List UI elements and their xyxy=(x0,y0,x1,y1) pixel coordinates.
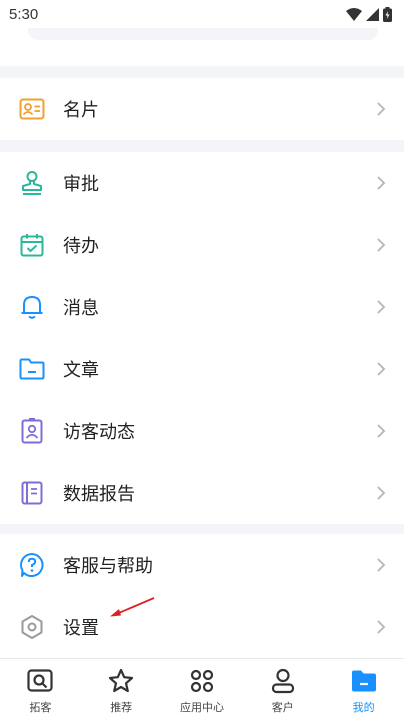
menu-item-label: 文章 xyxy=(63,360,99,381)
chevron-right-icon xyxy=(377,300,386,314)
nav-label: 应用中心 xyxy=(179,701,224,714)
chevron-right-icon xyxy=(377,102,386,116)
business-card-icon xyxy=(19,96,45,122)
chevron-right-icon xyxy=(377,362,386,376)
status-bar: 5:30 xyxy=(0,0,404,28)
bottom-nav: 拓客 推荐 应用中心 客户 我的 xyxy=(0,658,404,720)
menu-item-label: 数据报告 xyxy=(63,484,135,505)
menu-item-settings[interactable]: 设置 xyxy=(0,596,404,658)
chevron-right-icon xyxy=(377,558,386,572)
bell-icon xyxy=(19,294,45,320)
menu-item-label: 审批 xyxy=(63,174,99,195)
nav-tab-customers[interactable]: 客户 xyxy=(243,659,323,720)
menu-item-label: 消息 xyxy=(63,298,99,319)
search-card-icon xyxy=(26,667,54,695)
person-icon xyxy=(269,667,297,695)
nav-label: 推荐 xyxy=(110,701,133,714)
menu-item-label: 访客动态 xyxy=(63,422,135,443)
nav-tab-app-center[interactable]: 应用中心 xyxy=(162,659,242,720)
folder-filled-icon xyxy=(350,667,378,695)
annotation-arrow-icon xyxy=(110,597,155,617)
chevron-right-icon xyxy=(377,238,386,252)
battery-icon xyxy=(383,6,392,22)
menu-item-label: 待办 xyxy=(63,236,99,257)
menu-item-customer-service[interactable]: 客服与帮助 xyxy=(0,534,404,596)
folder-icon xyxy=(19,356,45,382)
calendar-check-icon xyxy=(19,232,45,258)
signal-icon xyxy=(366,7,379,21)
menu-item-label: 设置 xyxy=(63,618,99,639)
chevron-right-icon xyxy=(377,176,386,190)
nav-label: 拓客 xyxy=(29,701,52,714)
chevron-right-icon xyxy=(377,620,386,634)
menu-item-todo[interactable]: 待办 xyxy=(0,214,404,276)
nav-label: 客户 xyxy=(271,701,294,714)
menu-item-articles[interactable]: 文章 xyxy=(0,338,404,400)
menu-section-features: 审批 待办 消息 文章 访客动态 数据报告 xyxy=(0,152,404,524)
menu-item-business-card[interactable]: 名片 xyxy=(0,78,404,140)
menu-item-messages[interactable]: 消息 xyxy=(0,276,404,338)
visitor-badge-icon xyxy=(19,418,45,444)
star-icon xyxy=(107,667,135,695)
nav-label: 我的 xyxy=(352,701,375,714)
profile-card-area xyxy=(0,28,404,66)
report-icon xyxy=(19,480,45,506)
wifi-icon xyxy=(346,7,362,21)
menu-section-card: 名片 xyxy=(0,78,404,140)
profile-card-edge xyxy=(28,28,378,40)
nav-tab-recommend[interactable]: 推荐 xyxy=(81,659,161,720)
chevron-right-icon xyxy=(377,424,386,438)
menu-item-data-report[interactable]: 数据报告 xyxy=(0,462,404,524)
status-icons xyxy=(346,6,392,22)
stamp-icon xyxy=(19,170,45,196)
menu-item-label: 名片 xyxy=(63,100,99,121)
menu-item-visitor-activity[interactable]: 访客动态 xyxy=(0,400,404,462)
settings-hexagon-icon xyxy=(19,614,45,640)
menu-item-label: 客服与帮助 xyxy=(63,556,153,577)
grid-apps-icon xyxy=(188,667,216,695)
menu-item-approval[interactable]: 审批 xyxy=(0,152,404,214)
help-bubble-icon xyxy=(19,552,45,578)
nav-tab-mine[interactable]: 我的 xyxy=(324,659,404,720)
status-time: 5:30 xyxy=(9,5,39,23)
chevron-right-icon xyxy=(377,486,386,500)
menu-section-support: 客服与帮助 设置 xyxy=(0,534,404,658)
nav-tab-prospecting[interactable]: 拓客 xyxy=(0,659,80,720)
